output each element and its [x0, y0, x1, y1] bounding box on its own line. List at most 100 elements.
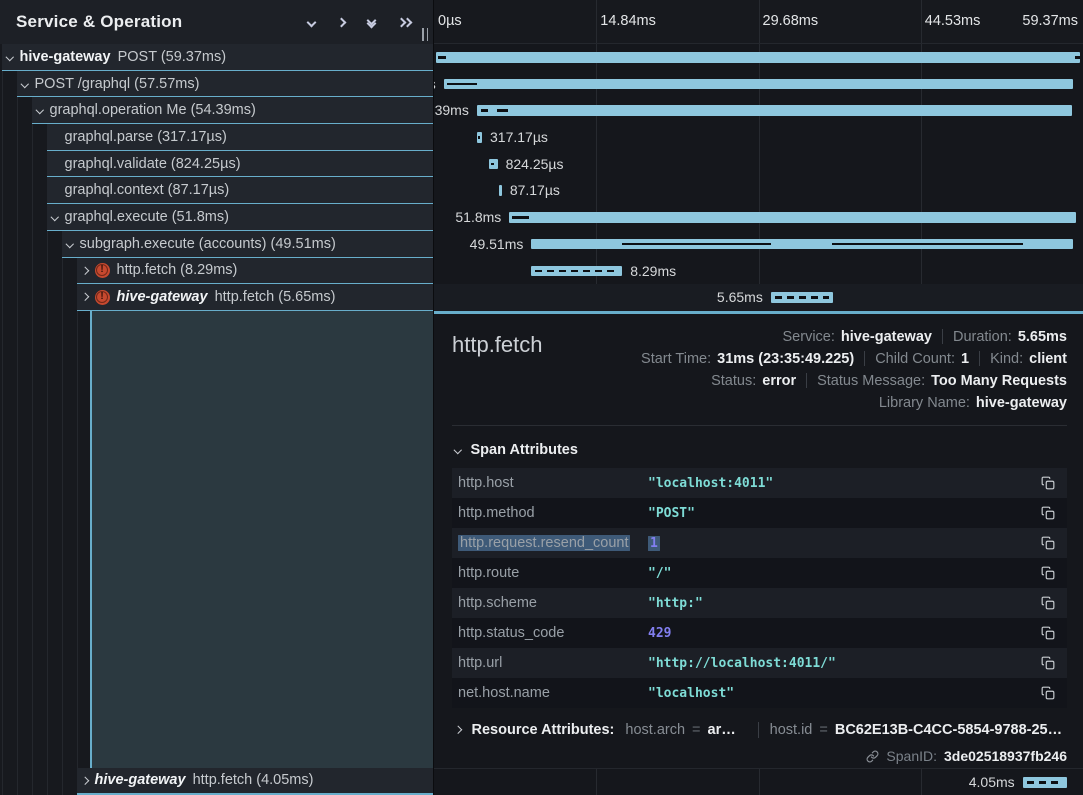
double-chevron-right-icon — [398, 19, 411, 26]
chevron-right-icon[interactable] — [81, 776, 89, 784]
attribute-key: net.host.name — [458, 685, 648, 701]
attribute-row: http.status_code429 — [452, 618, 1067, 648]
span-duration-bar[interactable] — [477, 105, 1072, 116]
child-span-mark — [447, 83, 477, 86]
chevron-right-icon[interactable] — [81, 266, 89, 274]
timeline-span-row[interactable]: 51.8ms — [434, 204, 1083, 231]
span-duration-bar[interactable] — [771, 292, 833, 303]
copy-icon[interactable] — [1041, 626, 1055, 640]
timeline-span-row[interactable]: 87.17µs — [434, 177, 1083, 204]
attribute-row: http.method"POST" — [452, 498, 1067, 528]
time-tick-label: 59.37ms — [1022, 13, 1078, 29]
operation-name: subgraph.execute (accounts) (49.51ms) — [80, 236, 336, 252]
span-tree-row[interactable]: POST /graphql (57.57ms) — [17, 71, 433, 98]
meta-label: Kind: — [990, 351, 1023, 367]
copy-icon[interactable] — [1041, 506, 1055, 520]
span-tree-row[interactable]: graphql.parse (317.17µs) — [47, 124, 433, 151]
attribute-value: "localhost:4011" — [648, 476, 1041, 491]
timeline-footer-row: 4.05ms — [434, 768, 1083, 795]
meta-separator — [864, 351, 865, 366]
error-icon: ! — [95, 290, 110, 305]
copy-icon[interactable] — [1041, 656, 1055, 670]
timeline-span-row[interactable]: 49.51ms — [434, 231, 1083, 258]
span-attributes-toggle[interactable]: Span Attributes — [452, 442, 1067, 458]
timeline-span-row[interactable]: 57.57ms — [434, 71, 1083, 98]
span-tree-row[interactable]: ! http.fetch (8.29ms) — [77, 258, 433, 285]
span-tree-row[interactable]: hive-gatewayhttp.fetch (4.05ms) — [77, 768, 433, 795]
attribute-row: http.route"/" — [452, 558, 1067, 588]
span-tree-row[interactable]: graphql.validate (824.25µs) — [47, 151, 433, 178]
timeline-span-row[interactable]: 317.17µs — [434, 124, 1083, 151]
copy-icon[interactable] — [1041, 476, 1055, 490]
copy-icon[interactable] — [1041, 596, 1055, 610]
timeline-ruler: 0µs14.84ms29.68ms44.53ms59.37ms — [434, 0, 1083, 44]
span-meta-line: Status:errorStatus Message:Too Many Requ… — [711, 371, 1067, 390]
time-tick-label: 29.68ms — [763, 13, 819, 29]
span-tree-row[interactable]: hive-gatewayPOST (59.37ms) — [2, 44, 433, 71]
equals-sign: = — [819, 722, 827, 738]
error-icon: ! — [95, 263, 110, 278]
expand-all-button[interactable] — [398, 19, 411, 26]
timeline-span-row[interactable]: 4.05ms — [434, 769, 1083, 795]
span-duration-label: 5.65ms — [717, 289, 763, 305]
chevron-down-icon[interactable] — [21, 80, 29, 88]
span-duration-bar[interactable] — [1023, 777, 1067, 788]
attribute-key: http.status_code — [458, 625, 648, 641]
attribute-value: 1 — [648, 536, 1041, 551]
tree-header: Service & Operation — [0, 0, 433, 44]
span-duration-bar[interactable] — [444, 79, 1074, 90]
meta-separator — [806, 373, 807, 388]
meta-value: 31ms (23:35:49.225) — [717, 351, 854, 367]
copy-icon[interactable] — [1041, 686, 1055, 700]
link-icon[interactable] — [866, 750, 879, 763]
meta-label: Library Name: — [879, 395, 970, 411]
resource-value: BC62E13B-C4CC-5854-9788-2568... — [835, 722, 1067, 738]
double-chevron-down-icon — [368, 17, 375, 27]
attribute-value: "http:" — [648, 596, 1041, 611]
span-tree-row[interactable]: graphql.context (87.17µs) — [47, 177, 433, 204]
child-span-mark — [497, 109, 508, 112]
expand-row-button[interactable] — [338, 19, 345, 26]
span-duration-bar[interactable] — [531, 266, 622, 277]
service-name: hive-gateway — [117, 289, 208, 305]
collapse-all-button[interactable] — [368, 17, 375, 27]
span-duration-bar[interactable] — [436, 52, 1080, 63]
copy-icon[interactable] — [1041, 566, 1055, 580]
span-tree-panel: Service & Operation hive-gatewayPOST (59… — [0, 0, 434, 795]
span-duration-bar[interactable] — [499, 185, 502, 196]
detail-divider — [452, 425, 1067, 426]
operation-name: http.fetch (5.65ms) — [215, 289, 336, 305]
panel-resize-handle[interactable] — [422, 28, 428, 41]
span-tree-row[interactable]: subgraph.execute (accounts) (49.51ms) — [62, 231, 433, 258]
span-duration-bar[interactable] — [509, 212, 1076, 223]
span-meta: Service:hive-gatewayDuration:5.65msStart… — [641, 327, 1067, 412]
timeline-span-row[interactable]: 8.29ms — [434, 258, 1083, 285]
span-attributes-table: http.host"localhost:4011"http.method"POS… — [452, 468, 1067, 708]
span-tree-row[interactable]: graphql.execute (51.8ms) — [47, 204, 433, 231]
span-tree-row[interactable]: ! hive-gateway http.fetch (5.65ms) — [77, 284, 433, 311]
span-tree-row[interactable]: graphql.operation Me (54.39ms) — [32, 97, 433, 124]
chevron-down-icon[interactable] — [36, 106, 44, 114]
chevron-down-icon[interactable] — [66, 240, 74, 248]
operation-name: http.fetch (8.29ms) — [117, 262, 238, 278]
timeline-span-row[interactable]: 824.25µs — [434, 151, 1083, 178]
resource-attributes-toggle[interactable]: Resource Attributes: host.arch=arm64host… — [452, 722, 1067, 738]
child-span-mark — [491, 163, 494, 166]
chevron-down-icon[interactable] — [51, 213, 59, 221]
chevron-right-icon[interactable] — [81, 293, 89, 301]
service-name: hive-gateway — [95, 772, 186, 788]
span-duration-label: 49.51ms — [470, 236, 524, 252]
chevron-down-icon[interactable] — [6, 53, 14, 61]
timeline-span-row[interactable]: 5.65ms — [434, 284, 1083, 311]
collapse-row-button[interactable] — [308, 19, 315, 26]
operation-name: POST /graphql (57.57ms) — [35, 76, 200, 92]
span-duration-label: 824.25µs — [506, 156, 564, 172]
copy-icon[interactable] — [1041, 536, 1055, 550]
meta-value: hive-gateway — [841, 329, 932, 345]
resource-attributes-label: Resource Attributes: — [472, 722, 615, 738]
timeline-span-row[interactable]: 54.39ms — [434, 97, 1083, 124]
tree-header-title: Service & Operation — [16, 12, 308, 32]
timeline-span-row[interactable]: 59.37ms — [434, 44, 1083, 71]
meta-label: Duration: — [953, 329, 1012, 345]
child-span-dashes — [1027, 781, 1063, 784]
